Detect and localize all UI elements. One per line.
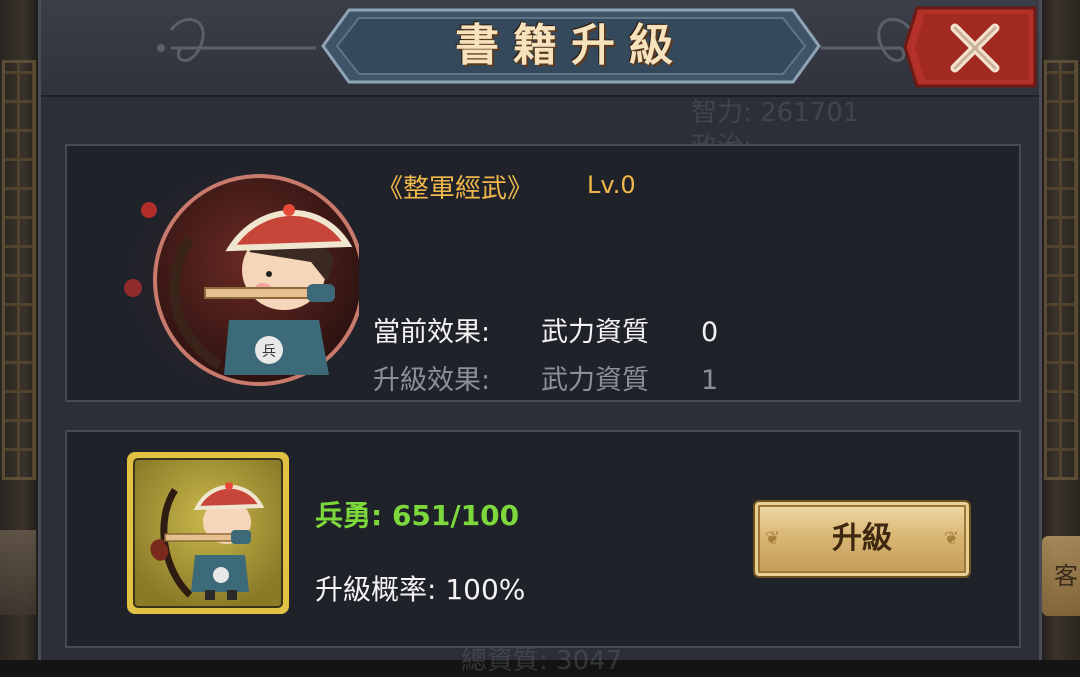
background-ghost-text: 智力: 261701 bbox=[691, 98, 860, 128]
upgrade-button[interactable]: ❦ ❦ 升級 bbox=[753, 500, 971, 578]
book-title: 《整軍經武》 bbox=[377, 174, 534, 204]
current-effect-stat: 武力資質 bbox=[541, 317, 649, 348]
dialog-title: 書籍升級 bbox=[455, 20, 687, 71]
upgrade-button-label: 升級 bbox=[832, 521, 892, 556]
book-info-panel: 兵 《整軍經武》 Lv.0 當前效果: 武力資質 0 升級效果: 武力資質 1 bbox=[65, 144, 1021, 402]
current-effect-row: 當前效果: 武力資質 0 bbox=[373, 310, 718, 349]
svg-text:兵: 兵 bbox=[262, 344, 276, 360]
resource-value: 651/100 bbox=[391, 499, 520, 532]
background-side-button[interactable]: 客房 bbox=[1042, 536, 1080, 616]
next-effect-label: 升級效果: bbox=[373, 365, 491, 396]
background-side-button-label: 客房 bbox=[1054, 562, 1078, 590]
next-effect-row: 升級效果: 武力資質 1 bbox=[373, 358, 718, 397]
resource-cost-row: 兵勇: 651/100 bbox=[315, 494, 519, 534]
book-level: Lv.0 bbox=[587, 171, 636, 199]
dialog-title-bar: 書籍升級 bbox=[41, 0, 1039, 97]
background-lattice-left bbox=[2, 60, 36, 480]
close-button[interactable] bbox=[903, 4, 1039, 90]
dialog-title-plate: 書籍升級 bbox=[321, 8, 821, 84]
upgrade-chance-value: 100% bbox=[445, 573, 526, 606]
next-effect-value: 1 bbox=[701, 365, 719, 396]
upgrade-chance-label: 升級概率: bbox=[315, 573, 437, 606]
next-effect-stat: 武力資質 bbox=[541, 365, 649, 396]
upgrade-cost-panel: 兵勇: 651/100 升級概率: 100% ❦ ❦ 升級 bbox=[65, 430, 1021, 648]
archer-soldier-icon bbox=[133, 458, 283, 608]
resource-label: 兵勇: bbox=[315, 499, 383, 532]
book-upgrade-dialog: 智力: 261701 政治: 總資質: 3047 書籍升級 bbox=[38, 0, 1042, 676]
upgrade-chance-row: 升級概率: 100% bbox=[315, 568, 525, 608]
archer-portrait-icon: 兵 bbox=[119, 162, 378, 398]
current-effect-label: 當前效果: bbox=[373, 317, 491, 348]
close-icon bbox=[903, 6, 1037, 88]
resource-item-slot[interactable] bbox=[127, 452, 289, 614]
background-lattice-right bbox=[1044, 60, 1078, 480]
current-effect-value: 0 bbox=[701, 317, 719, 348]
background-left-tab bbox=[0, 530, 36, 615]
